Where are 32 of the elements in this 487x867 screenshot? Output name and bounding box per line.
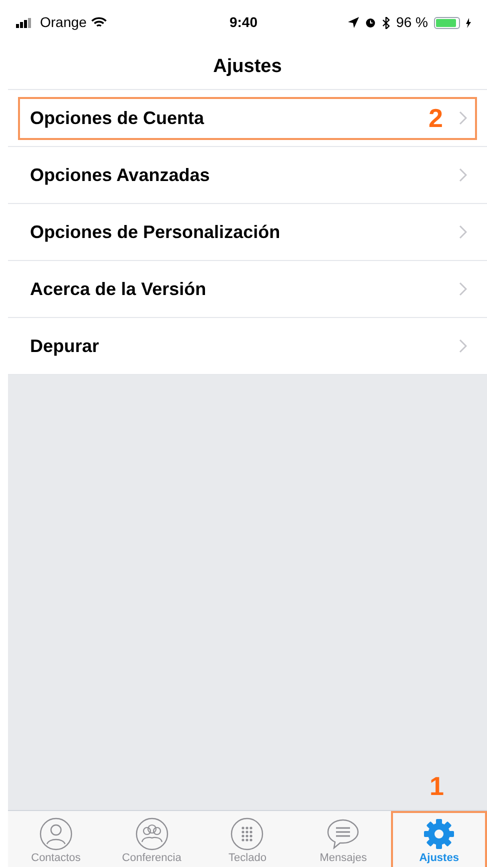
speech-bubble-icon: [326, 817, 360, 851]
settings-row[interactable]: Opciones Avanzadas: [18, 154, 477, 196]
battery-percent: 96 %: [396, 13, 428, 32]
settings-row[interactable]: Acerca de la Versión: [18, 268, 477, 310]
row-label: Opciones de Personalización: [30, 220, 282, 244]
charging-icon: [466, 18, 471, 28]
carrier-name: Orange: [40, 13, 87, 32]
chevron-icon: [459, 339, 467, 353]
chevron-icon: [459, 111, 467, 125]
settings-row[interactable]: Opciones de Personalización: [18, 210, 477, 254]
alarm-clock-icon: [365, 17, 376, 28]
bluetooth-icon: [382, 16, 390, 28]
settings-row[interactable]: Depurar: [18, 324, 477, 368]
step-number: 2: [428, 102, 443, 134]
wifi-icon: [90, 16, 107, 28]
settings-row[interactable]: Opciones de Cuenta 2: [18, 96, 477, 140]
row-label: Depurar: [30, 334, 100, 358]
people-icon: [134, 817, 169, 851]
step-number: 1: [430, 770, 444, 803]
row-label: Acerca de la Versión: [30, 278, 208, 300]
chevron-icon: [459, 225, 467, 239]
person-icon: [38, 817, 73, 851]
screen-title: Ajustes: [213, 54, 282, 79]
chevron-icon: [459, 282, 467, 296]
location-arrow-icon: [348, 17, 360, 28]
clock: 9:40: [229, 13, 258, 32]
chevron-icon: [459, 168, 467, 182]
row-label: Opciones de Cuenta: [30, 106, 206, 130]
settings-icon: [422, 817, 456, 851]
battery-icon: [434, 16, 460, 28]
row-label: Opciones Avanzadas: [30, 164, 211, 187]
keypad-icon: [230, 817, 264, 851]
